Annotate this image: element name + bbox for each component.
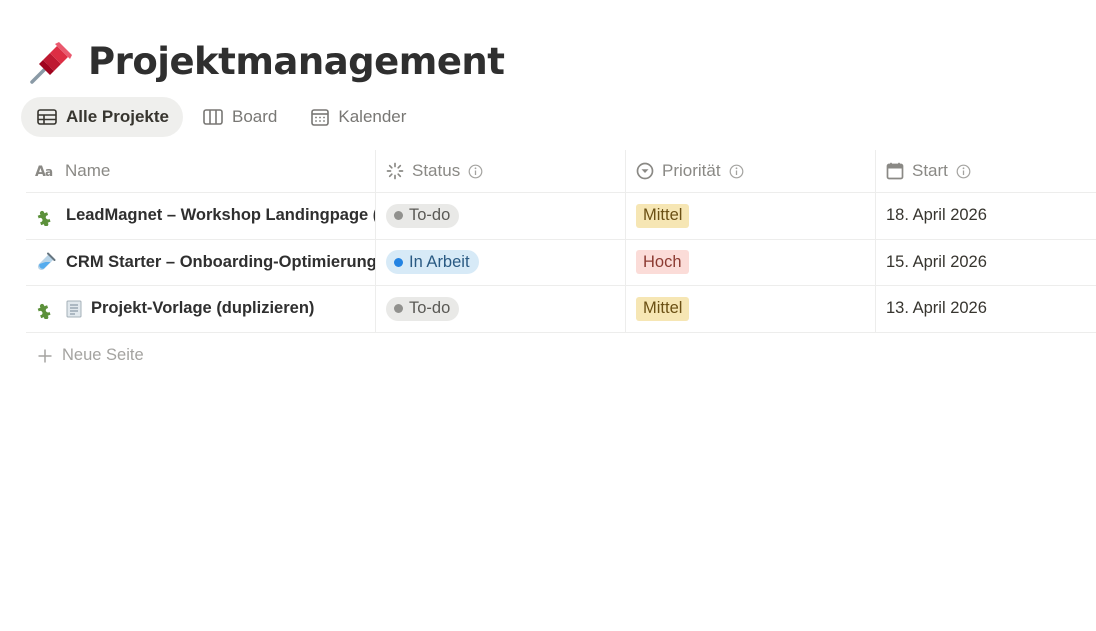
puzzle-icon (37, 303, 51, 319)
row-title[interactable]: LeadMagnet – Workshop Landingpage ( (66, 206, 375, 225)
priority-cell[interactable]: Hoch (626, 239, 876, 285)
svg-text:a: a (45, 165, 53, 179)
column-label: Name (65, 161, 111, 180)
status-dot (394, 257, 403, 267)
start-date: 13. April 2026 (886, 299, 987, 318)
status-cell[interactable]: To-do (376, 286, 626, 332)
status-badge: To-do (386, 203, 460, 228)
status-label: To-do (409, 206, 451, 225)
tab-label: Alle Projekte (66, 107, 169, 126)
new-page-button[interactable]: Neue Seite (26, 333, 1096, 379)
puzzle-icon (37, 210, 51, 226)
board-icon (203, 109, 223, 125)
column-header-status[interactable]: Status (376, 150, 626, 192)
status-label: To-do (409, 299, 451, 318)
info-icon[interactable] (468, 164, 483, 179)
row-title[interactable]: CRM Starter – Onboarding-Optimierung (66, 253, 375, 272)
view-tabs: Alle Projekte Board Kalender (21, 97, 420, 137)
test-tube-icon (37, 252, 56, 271)
new-page-label: Neue Seite (62, 346, 144, 364)
page: Projektmanagement Alle Projekte Board Ka… (0, 0, 1096, 631)
start-date: 15. April 2026 (886, 252, 987, 271)
name-cell[interactable]: Projekt-Vorlage (duplizieren) (26, 286, 376, 332)
tab-board[interactable]: Board (187, 97, 291, 137)
table-row[interactable]: CRM Starter – Onboarding-Optimierung In … (26, 239, 1096, 286)
start-cell[interactable]: 13. April 2026 (876, 286, 1096, 332)
tab-kalender[interactable]: Kalender (295, 97, 420, 137)
start-date: 18. April 2026 (886, 206, 987, 225)
info-icon[interactable] (729, 164, 744, 179)
status-dot (394, 211, 403, 221)
row-title[interactable]: Projekt-Vorlage (duplizieren) (91, 299, 314, 318)
column-header-name[interactable]: A a Name (26, 150, 376, 192)
table-row[interactable]: LeadMagnet – Workshop Landingpage ( To-d… (26, 193, 1096, 240)
priority-cell[interactable]: Mittel (626, 286, 876, 332)
column-header-priority[interactable]: Priorität (626, 150, 876, 192)
pushpin-icon[interactable] (28, 38, 76, 86)
status-badge: In Arbeit (386, 250, 479, 275)
priority-cell[interactable]: Mittel (626, 193, 876, 239)
priority-tag: Mittel (636, 296, 690, 321)
status-dot (394, 304, 403, 314)
status-cell[interactable]: To-do (376, 193, 626, 239)
title-row: Projektmanagement (28, 36, 505, 88)
database-table: A a Name Status Priorität Start LeadMagn… (26, 150, 1096, 379)
status-property-icon (386, 162, 404, 180)
table-header: A a Name Status Priorität Start (26, 150, 1096, 193)
name-cell[interactable]: LeadMagnet – Workshop Landingpage ( (26, 193, 376, 239)
calendar-icon (311, 109, 330, 126)
column-label: Status (412, 161, 461, 180)
table-row[interactable]: Projekt-Vorlage (duplizieren) To-do Mitt… (26, 286, 1096, 333)
table-icon (37, 109, 57, 125)
column-label: Priorität (662, 161, 721, 180)
text-property-icon: A a (35, 164, 53, 179)
column-label: Start (912, 161, 948, 180)
priority-tag: Mittel (636, 203, 690, 228)
status-label: In Arbeit (409, 252, 470, 271)
tab-alle-projekte[interactable]: Alle Projekte (21, 97, 183, 137)
document-icon (66, 300, 82, 318)
start-cell[interactable]: 15. April 2026 (876, 240, 1096, 286)
plus-icon (38, 349, 52, 362)
info-icon[interactable] (956, 164, 971, 179)
status-cell[interactable]: In Arbeit (376, 239, 626, 285)
name-cell[interactable]: CRM Starter – Onboarding-Optimierung (26, 239, 376, 285)
tab-label: Kalender (338, 107, 407, 126)
status-badge: To-do (386, 296, 460, 321)
tab-label: Board (232, 107, 278, 126)
column-header-start[interactable]: Start (876, 150, 1096, 192)
priority-tag: Hoch (636, 250, 689, 275)
date-property-icon (886, 162, 904, 180)
start-cell[interactable]: 18. April 2026 (876, 193, 1096, 239)
page-title[interactable]: Projektmanagement (88, 36, 505, 88)
select-property-icon (636, 162, 654, 180)
